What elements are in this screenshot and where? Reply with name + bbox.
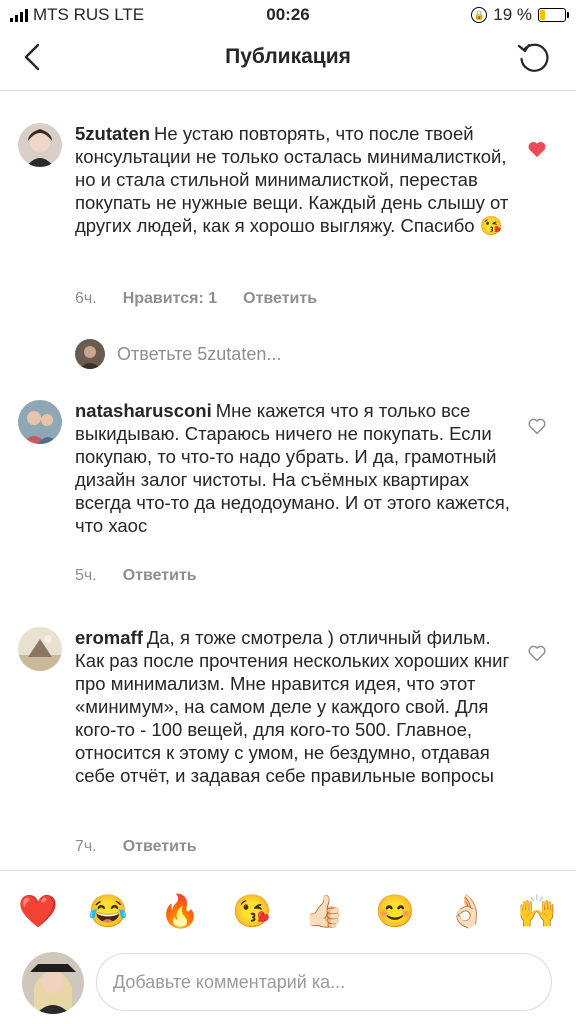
comment-username[interactable]: eromaff xyxy=(75,627,143,648)
likes-count[interactable]: Нравится: 1 xyxy=(123,290,217,308)
reply-prompt[interactable]: Ответьте 5zutaten... xyxy=(75,338,281,370)
battery-icon xyxy=(538,8,569,22)
emoji-thumbs-up[interactable]: 👍🏻 xyxy=(304,891,344,931)
nav-header: Публикация xyxy=(0,28,576,91)
emoji-raised-hands[interactable]: 🙌 xyxy=(517,891,557,931)
emoji-heart[interactable]: ❤️ xyxy=(18,891,58,931)
emoji-smile[interactable]: 😊 xyxy=(375,891,415,931)
battery-fill xyxy=(540,10,545,20)
avatar[interactable] xyxy=(18,400,62,444)
comment-time: 7ч. xyxy=(75,838,97,855)
reply-button[interactable]: Ответить xyxy=(123,567,197,585)
emoji-bar: ❤️ 😂 🔥 😘 👍🏻 😊 👌🏻 🙌 xyxy=(0,870,576,951)
comment-username[interactable]: natasharusconi xyxy=(75,400,212,421)
status-right: 🔒 19 % xyxy=(471,5,569,25)
heart-outline-icon[interactable] xyxy=(527,644,547,662)
comment-meta: 7ч. Ответить xyxy=(75,838,197,856)
heart-icon[interactable] xyxy=(527,140,547,158)
avatar xyxy=(75,339,105,369)
comment-time: 6ч. xyxy=(75,290,97,307)
avatar[interactable] xyxy=(18,627,62,671)
page-title: Публикация xyxy=(225,45,351,68)
avatar xyxy=(22,952,84,1014)
emoji-fire[interactable]: 🔥 xyxy=(160,891,200,931)
comment-input-placeholder: Добавьте комментарий ка... xyxy=(113,971,346,992)
comment-meta: 5ч. Ответить xyxy=(75,567,197,585)
comment-text: 5zutaten Не устаю повторять, что после тв… xyxy=(75,122,515,237)
comment-body: Да, я тоже смотрела ) отличный фильм. Ка… xyxy=(75,627,510,786)
reply-button[interactable]: Ответить xyxy=(123,838,197,856)
reply-button[interactable]: Ответить xyxy=(243,290,317,308)
comment-composer: Добавьте комментарий ка... xyxy=(0,950,576,1024)
comment-text: natasharusconi Мне кажется что я только в… xyxy=(75,399,515,537)
heart-outline-icon[interactable] xyxy=(527,417,547,435)
comment-time: 5ч. xyxy=(75,567,97,584)
emoji-kiss[interactable]: 😘 xyxy=(232,891,272,931)
comment-meta: 6ч. Нравится: 1 Ответить xyxy=(75,290,317,308)
comment-input[interactable]: Добавьте комментарий ка... xyxy=(96,953,552,1011)
emoji-laughing[interactable]: 😂 xyxy=(88,891,128,931)
emoji-ok-hand[interactable]: 👌🏻 xyxy=(447,891,487,931)
orientation-lock-icon: 🔒 xyxy=(471,7,488,23)
avatar[interactable] xyxy=(18,123,62,167)
battery-percent: 19 % xyxy=(493,5,532,24)
status-bar: MTS RUS LTE 00:26 🔒 19 % xyxy=(0,0,576,28)
refresh-icon[interactable] xyxy=(516,40,552,76)
comment-username[interactable]: 5zutaten xyxy=(75,123,150,144)
comment-text: eromaff Да, я тоже смотрела ) отличный фи… xyxy=(75,626,515,787)
reply-prompt-text: Ответьте 5zutaten... xyxy=(117,343,282,364)
